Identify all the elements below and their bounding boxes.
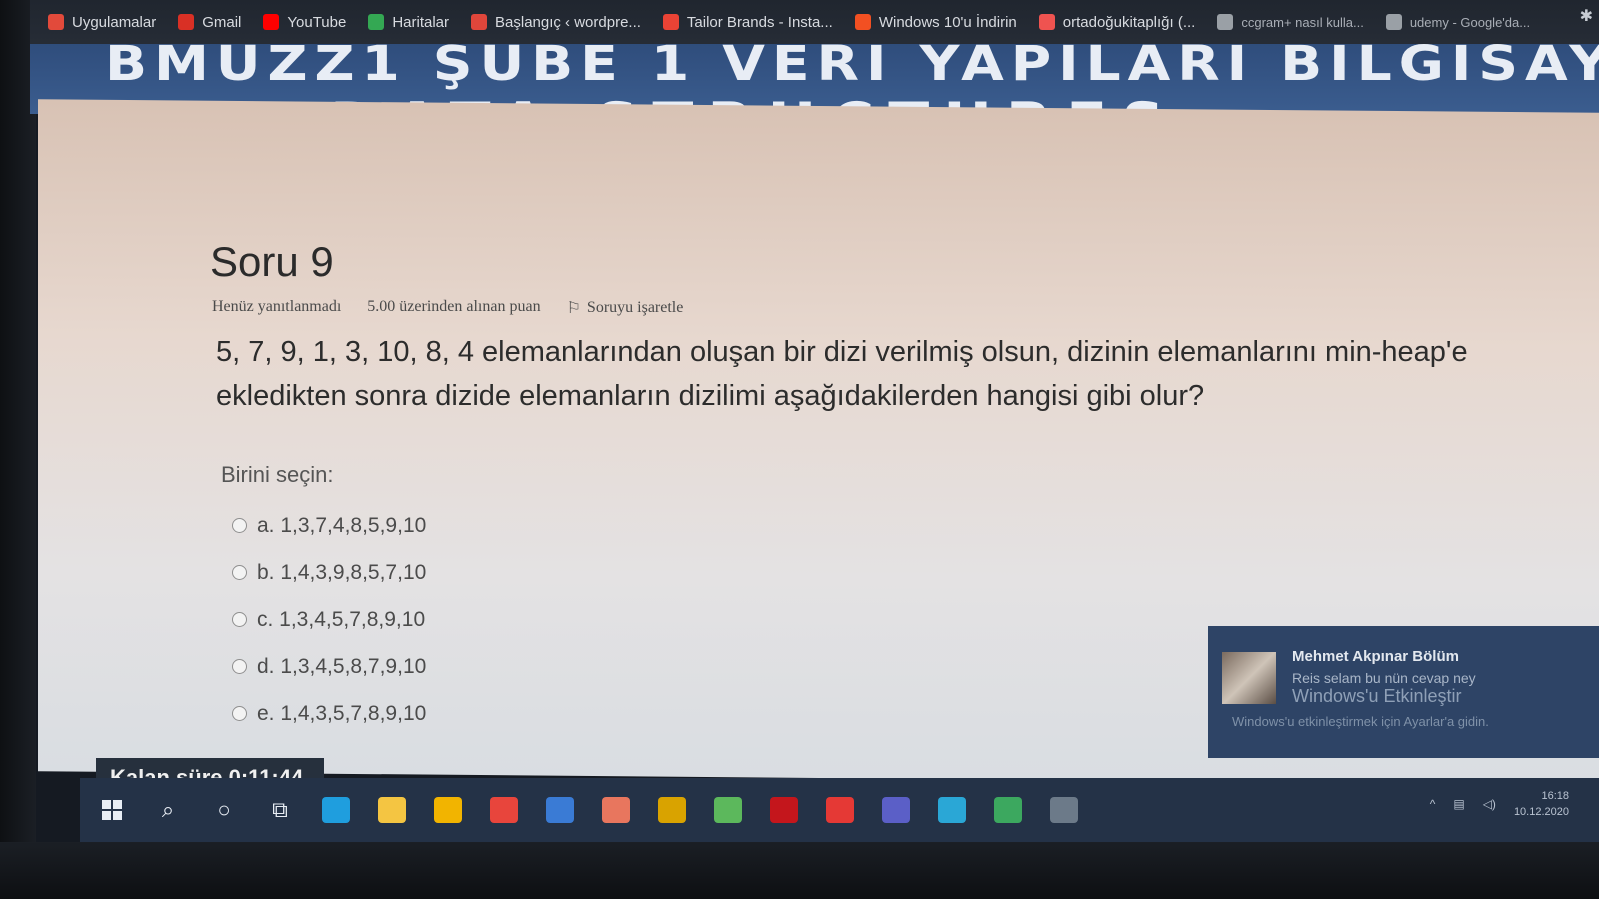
clock[interactable]: 16:18 10.12.2020 <box>1514 788 1569 820</box>
notification-sender: Mehmet Akpınar Bölüm <box>1292 648 1459 665</box>
chevron-up-icon[interactable]: ^ <box>1430 797 1436 811</box>
bookmark-item[interactable]: ortadoğukitaplığı (... <box>1038 13 1196 31</box>
answer-option-label: d. 1,3,4,5,8,7,9,10 <box>257 654 427 678</box>
clock-date: 10.12.2020 <box>1513 806 1569 818</box>
start-icon[interactable] <box>88 786 136 834</box>
bookmark-item[interactable]: Windows 10'u İndirin <box>854 13 1017 31</box>
bookmark-label: Uygulamalar <box>72 13 157 31</box>
question-meta: Henüz yanıtlanmadı 5.00 üzerinden alınan… <box>212 298 683 318</box>
apps-grid-icon <box>48 14 64 30</box>
flag-question-label: Soruyu işaretle <box>586 299 684 316</box>
course-title: BMÜZZ1 ŞUBE 1 VERİ YAPILARI BİLGİSAYAR M… <box>105 44 1599 92</box>
answer-option-d[interactable]: d. 1,3,4,5,8,7,9,10 <box>232 643 426 690</box>
bookmark-label: Haritalar <box>392 13 450 31</box>
search-icon[interactable]: ⌕ <box>144 786 192 834</box>
bookmark-label: ccgram+ nasıl kulla... <box>1241 14 1364 30</box>
gmail-icon <box>178 14 195 30</box>
bookmark-label: Başlangıç ‹ wordpre... <box>495 13 641 31</box>
bookmark-item[interactable]: udemy - Google'da... <box>1385 14 1531 30</box>
question-text: 5, 7, 9, 1, 3, 10, 8, 4 elemanlarından o… <box>216 336 1468 412</box>
wordpress-icon <box>471 14 488 30</box>
question-title: Soru 9 <box>210 238 334 285</box>
maps-icon <box>368 14 385 30</box>
bookmark-item[interactable]: Haritalar <box>368 14 449 31</box>
google-icon <box>1217 14 1234 30</box>
radio-button[interactable] <box>232 518 247 533</box>
radio-button[interactable] <box>232 706 247 721</box>
activation-watermark-title: Windows'u Etkinleştir <box>1292 686 1462 706</box>
flag-question-link[interactable]: ⚐ Soruyu işaretle <box>567 298 684 318</box>
windows-icon <box>854 14 871 30</box>
activation-watermark-text: Windows'u etkinleştirmek için Ayarlar'a … <box>1232 714 1489 729</box>
bookmark-item[interactable]: ccgram+ nasıl kulla... <box>1217 14 1364 30</box>
chat-notification[interactable]: Mehmet Akpınar Bölüm Reis selam bu nün c… <box>1208 626 1599 758</box>
bookmarks-bar: Uygulamalar Gmail YouTube Haritalar Başlangı… <box>30 0 1599 44</box>
radio-button[interactable] <box>232 565 247 580</box>
answer-option-label: c. 1,3,4,5,7,8,9,10 <box>257 607 426 631</box>
bookmark-item[interactable]: YouTube <box>263 14 346 31</box>
answer-option-e[interactable]: e. 1,4,3,5,7,8,9,10 <box>232 690 426 737</box>
answer-option-label: b. 1,4,3,9,8,5,7,10 <box>257 560 427 584</box>
store-icon[interactable] <box>424 787 472 833</box>
camtasia-icon[interactable] <box>984 787 1032 833</box>
netflix-icon[interactable] <box>760 787 808 833</box>
bookmark-label: Tailor Brands - Insta... <box>686 13 833 31</box>
snip-icon[interactable] <box>1040 787 1088 833</box>
avatar <box>1222 652 1276 704</box>
google-icon <box>1385 14 1402 30</box>
answer-option-label: e. 1,4,3,5,7,8,9,10 <box>257 701 427 725</box>
answer-option-c[interactable]: c. 1,3,4,5,7,8,9,10 <box>232 596 426 643</box>
browser-icon[interactable] <box>928 787 976 833</box>
bookmark-item[interactable]: Gmail <box>178 14 241 31</box>
flag-icon: ⚐ <box>566 300 581 317</box>
taskbar: ⌕ ○ ⧉ ^ ▤ ◁) 16:18 10.12.2020 <box>80 778 1599 842</box>
youtube-icon <box>263 14 280 30</box>
bookmark-label: ortadoğukitaplığı (... <box>1062 13 1196 31</box>
mail-icon[interactable] <box>536 787 584 833</box>
teams-icon[interactable] <box>872 787 920 833</box>
site-icon <box>1038 14 1055 30</box>
screen-bezel-bottom <box>0 842 1599 899</box>
media-icon[interactable] <box>816 787 864 833</box>
radio-button[interactable] <box>232 612 247 627</box>
volume-icon[interactable]: ◁) <box>1483 797 1496 811</box>
photos-icon[interactable] <box>592 787 640 833</box>
answer-option-a[interactable]: a. 1,3,7,4,8,5,9,10 <box>232 502 426 549</box>
tailor-brands-icon <box>662 14 679 30</box>
pin-icon[interactable]: ✱ <box>1580 6 1593 26</box>
bookmark-label: udemy - Google'da... <box>1409 14 1531 30</box>
bookmark-label: Gmail <box>202 13 242 31</box>
bookmark-item[interactable]: Uygulamalar <box>48 14 156 31</box>
screen-bezel-left <box>0 0 36 899</box>
cortana-icon[interactable]: ○ <box>200 786 248 834</box>
task-view-icon[interactable]: ⧉ <box>256 786 304 834</box>
answer-options: a. 1,3,7,4,8,5,9,10 b. 1,4,3,9,8,5,7,10 … <box>232 502 426 737</box>
bookmark-item[interactable]: Tailor Brands - Insta... <box>662 13 833 31</box>
app-z-icon[interactable] <box>648 787 696 833</box>
answer-option-label: a. 1,3,7,4,8,5,9,10 <box>257 513 427 537</box>
edge-icon[interactable] <box>312 787 360 833</box>
choose-label: Birini seçin: <box>221 462 334 487</box>
system-tray: ^ ▤ ◁) 16:18 10.12.2020 <box>1430 788 1569 820</box>
radio-button[interactable] <box>232 659 247 674</box>
answer-option-b[interactable]: b. 1,4,3,9,8,5,7,10 <box>232 549 426 596</box>
chrome-icon[interactable] <box>480 787 528 833</box>
clock-time: 16:18 <box>1541 790 1569 802</box>
calendar-icon[interactable] <box>704 787 752 833</box>
bookmark-label: Windows 10'u İndirin <box>878 13 1017 31</box>
notification-message: Reis selam bu nün cevap ney <box>1292 670 1476 686</box>
network-icon[interactable]: ▤ <box>1453 797 1464 811</box>
question-status: Henüz yanıtlanmadı <box>212 298 342 315</box>
file-explorer-icon[interactable] <box>368 787 416 833</box>
question-points: 5.00 üzerinden alınan puan <box>367 298 541 315</box>
bookmark-item[interactable]: Başlangıç ‹ wordpre... <box>471 14 641 31</box>
bookmark-label: YouTube <box>287 13 347 31</box>
